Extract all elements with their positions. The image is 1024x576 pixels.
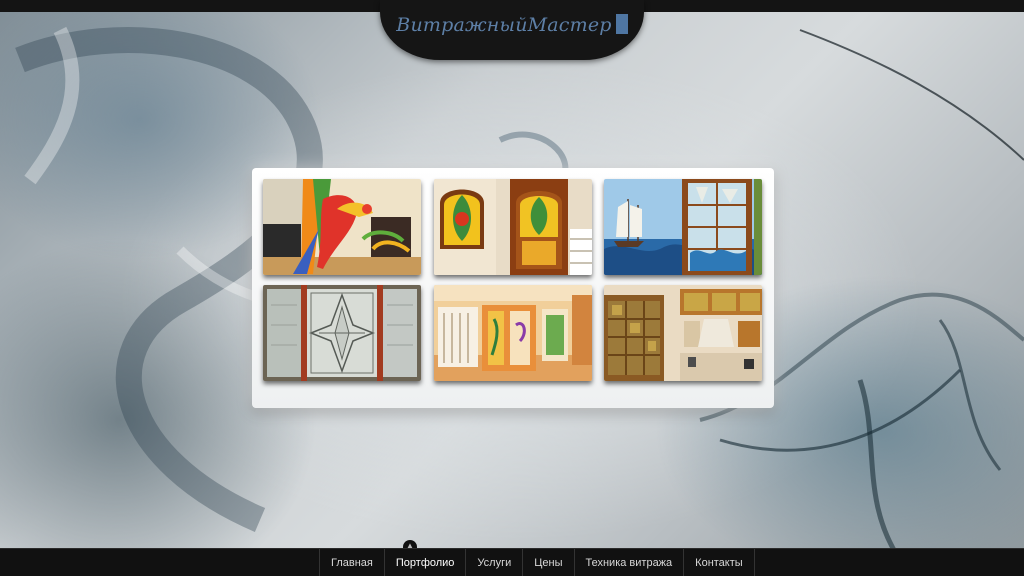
sailing-ship-mural-image: [604, 179, 762, 275]
interior-partition-image: [434, 285, 592, 381]
nav-item-services[interactable]: Услуги: [466, 549, 524, 576]
logo-tab[interactable]: ВитражныйМастер: [380, 0, 644, 60]
logo-text: ВитражныйМастер: [396, 14, 612, 36]
portfolio-gallery: [252, 168, 774, 408]
gallery-thumb-ship[interactable]: [604, 179, 762, 275]
bottom-nav-bar: Главная Портфолио Услуги Цены Техника ви…: [0, 548, 1024, 576]
gallery-thumb-kitchen[interactable]: [604, 285, 762, 381]
beveled-glass-image: [263, 285, 421, 381]
parrot-stained-glass-image: [263, 179, 421, 275]
kitchen-cabinets-image: [604, 285, 762, 381]
gallery-thumb-bevel[interactable]: [263, 285, 421, 381]
nav-item-portfolio[interactable]: Портфолио: [385, 549, 467, 576]
nav-item-prices[interactable]: Цены: [523, 549, 575, 576]
nav-item-contacts[interactable]: Контакты: [684, 549, 755, 576]
nav-item-home[interactable]: Главная: [320, 549, 385, 576]
site-logo[interactable]: ВитражныйМастер: [380, 14, 644, 36]
gallery-thumb-doors[interactable]: [434, 179, 592, 275]
stained-glass-doors-image: [434, 179, 592, 275]
main-nav: Главная Портфолио Услуги Цены Техника ви…: [319, 549, 755, 576]
gallery-thumb-interior[interactable]: [434, 285, 592, 381]
gallery-thumb-parrot[interactable]: [263, 179, 421, 275]
nav-item-technique[interactable]: Техника витража: [575, 549, 685, 576]
logo-mark-icon: [615, 14, 628, 34]
